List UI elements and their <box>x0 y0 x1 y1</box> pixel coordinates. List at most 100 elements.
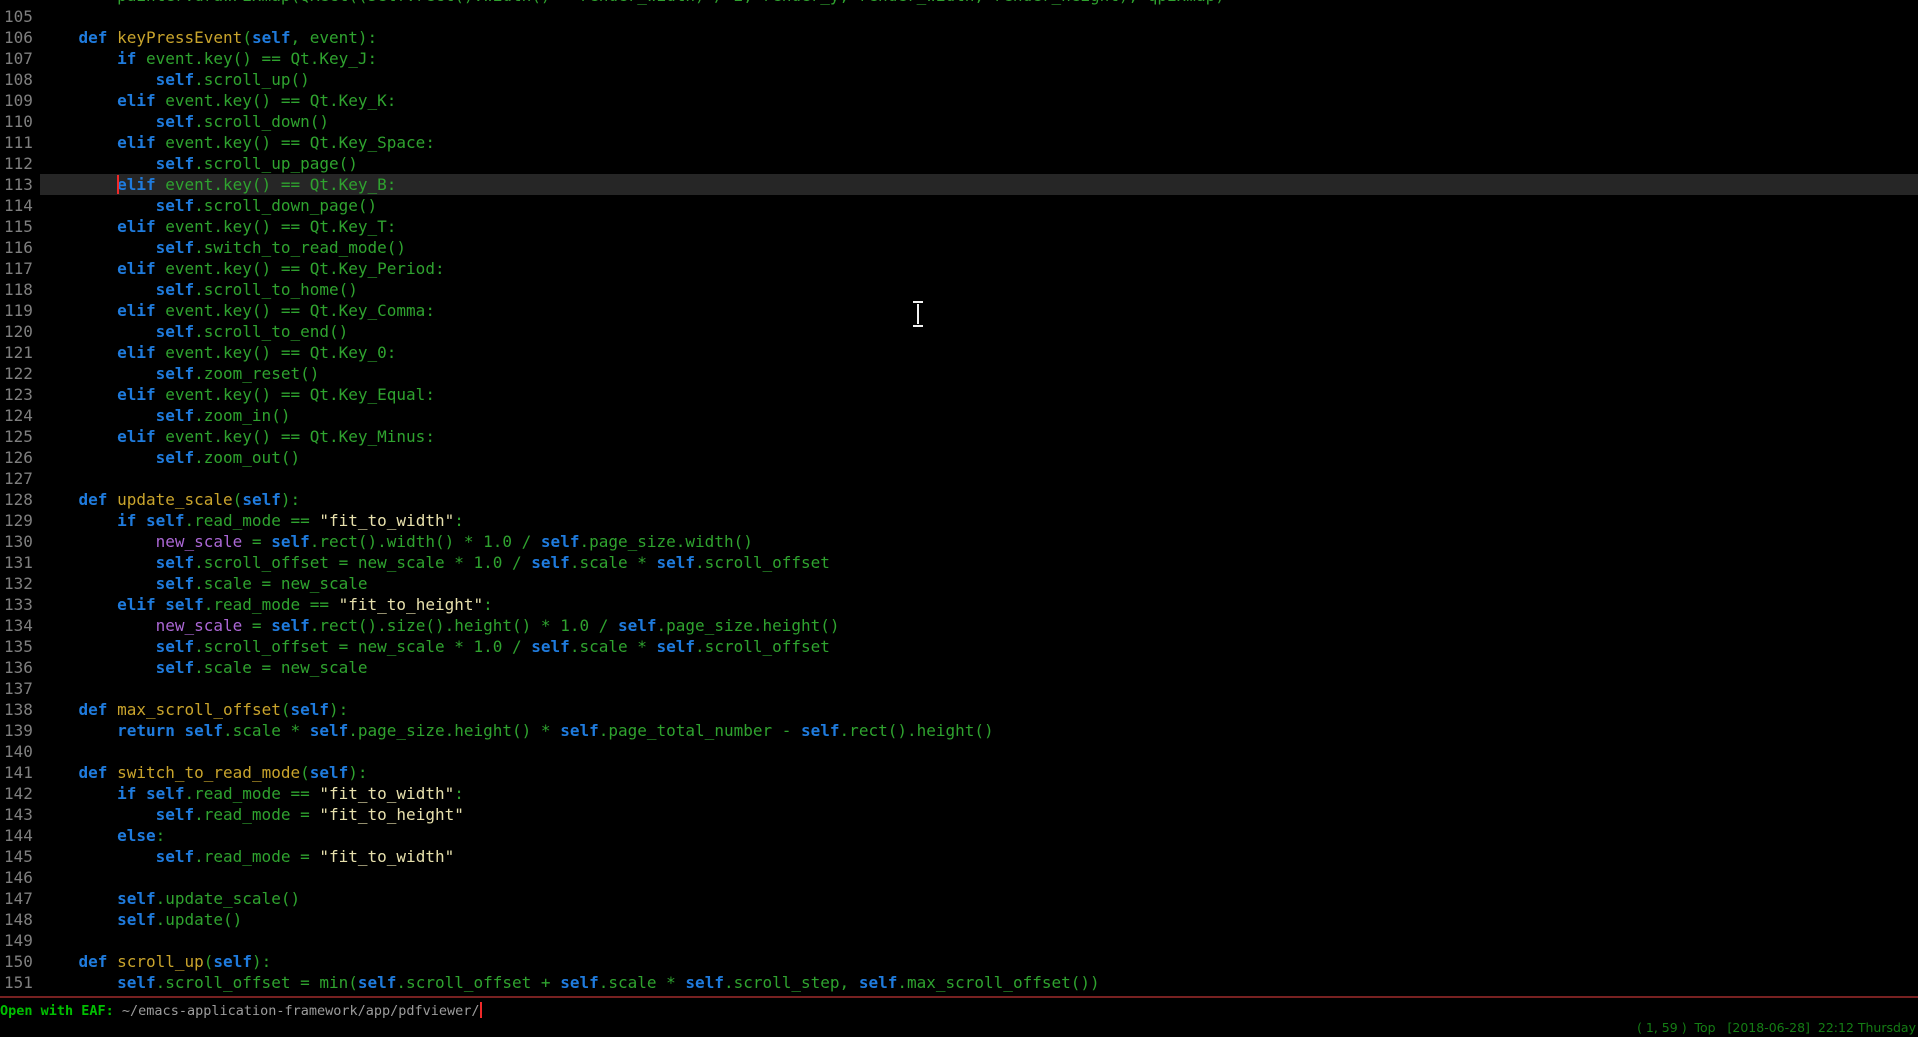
code-line[interactable]: 131 self.scroll_offset = new_scale * 1.0… <box>0 552 1918 573</box>
code-text <box>40 930 1918 951</box>
code-text: elif event.key() == Qt.Key_Equal: <box>40 384 1918 405</box>
code-line[interactable]: 106 def keyPressEvent(self, event): <box>0 27 1918 48</box>
code-line[interactable]: 142 if self.read_mode == "fit_to_width": <box>0 783 1918 804</box>
code-line[interactable]: 144 else: <box>0 825 1918 846</box>
code-line[interactable]: 113 elif event.key() == Qt.Key_B: <box>0 174 1918 195</box>
line-number: 118 <box>0 279 40 300</box>
code-line[interactable]: 151 self.scroll_offset = min(self.scroll… <box>0 972 1918 993</box>
code-line[interactable]: 134 new_scale = self.rect().size().heigh… <box>0 615 1918 636</box>
code-line[interactable]: 133 elif self.read_mode == "fit_to_heigh… <box>0 594 1918 615</box>
code-line[interactable]: 108 self.scroll_up() <box>0 69 1918 90</box>
code-line[interactable]: 129 if self.read_mode == "fit_to_width": <box>0 510 1918 531</box>
code-line[interactable]: 121 elif event.key() == Qt.Key_0: <box>0 342 1918 363</box>
line-number: 128 <box>0 489 40 510</box>
line-number: 141 <box>0 762 40 783</box>
line-number: 110 <box>0 111 40 132</box>
code-text <box>40 678 1918 699</box>
code-line[interactable]: 138 def max_scroll_offset(self): <box>0 699 1918 720</box>
code-line[interactable]: 120 self.scroll_to_end() <box>0 321 1918 342</box>
code-line[interactable]: 107 if event.key() == Qt.Key_J: <box>0 48 1918 69</box>
code-line[interactable]: 123 elif event.key() == Qt.Key_Equal: <box>0 384 1918 405</box>
line-number: 111 <box>0 132 40 153</box>
code-text: new_scale = self.rect().width() * 1.0 / … <box>40 531 1918 552</box>
code-text: self.scroll_down_page() <box>40 195 1918 216</box>
line-number: 131 <box>0 552 40 573</box>
code-line[interactable]: 126 self.zoom_out() <box>0 447 1918 468</box>
line-number: 125 <box>0 426 40 447</box>
code-text: self.update() <box>40 909 1918 930</box>
line-number: 144 <box>0 825 40 846</box>
code-line[interactable]: 147 self.update_scale() <box>0 888 1918 909</box>
line-number: 112 <box>0 153 40 174</box>
code-line[interactable]: 119 elif event.key() == Qt.Key_Comma: <box>0 300 1918 321</box>
code-text: self.read_mode = "fit_to_height" <box>40 804 1918 825</box>
code-line[interactable]: 105 <box>0 6 1918 27</box>
code-line[interactable]: 109 elif event.key() == Qt.Key_K: <box>0 90 1918 111</box>
code-line[interactable]: 110 self.scroll_down() <box>0 111 1918 132</box>
line-number: 115 <box>0 216 40 237</box>
code-text: self.scale = new_scale <box>40 573 1918 594</box>
code-line[interactable]: 140 <box>0 741 1918 762</box>
code-text: elif event.key() == Qt.Key_B: <box>40 174 1918 195</box>
code-line[interactable]: 115 elif event.key() == Qt.Key_T: <box>0 216 1918 237</box>
minibuffer-input[interactable]: ~/emacs-application-framework/app/pdfvie… <box>122 1003 480 1019</box>
code-line[interactable]: 130 new_scale = self.rect().width() * 1.… <box>0 531 1918 552</box>
code-text: self.scroll_offset = min(self.scroll_off… <box>40 972 1918 993</box>
code-line[interactable]: 128 def update_scale(self): <box>0 489 1918 510</box>
line-number: 151 <box>0 972 40 993</box>
code-text: self.scroll_to_end() <box>40 321 1918 342</box>
code-line[interactable]: 125 elif event.key() == Qt.Key_Minus: <box>0 426 1918 447</box>
code-line[interactable]: 148 self.update() <box>0 909 1918 930</box>
code-line[interactable]: 122 self.zoom_reset() <box>0 363 1918 384</box>
code-line[interactable]: 137 <box>0 678 1918 699</box>
code-line[interactable]: 136 self.scale = new_scale <box>0 657 1918 678</box>
line-number: 123 <box>0 384 40 405</box>
code-text: elif event.key() == Qt.Key_Space: <box>40 132 1918 153</box>
line-number: 136 <box>0 657 40 678</box>
code-text: self.read_mode = "fit_to_width" <box>40 846 1918 867</box>
code-line[interactable]: 145 self.read_mode = "fit_to_width" <box>0 846 1918 867</box>
code-text: new_scale = self.rect().size().height() … <box>40 615 1918 636</box>
line-number: 105 <box>0 6 40 27</box>
code-line[interactable]: 111 elif event.key() == Qt.Key_Space: <box>0 132 1918 153</box>
code-line[interactable]: 127 <box>0 468 1918 489</box>
code-line[interactable]: 112 self.scroll_up_page() <box>0 153 1918 174</box>
code-line[interactable]: 139 return self.scale * self.page_size.h… <box>0 720 1918 741</box>
code-line[interactable]: 114 self.scroll_down_page() <box>0 195 1918 216</box>
code-text: self.scroll_up_page() <box>40 153 1918 174</box>
code-line[interactable]: 118 self.scroll_to_home() <box>0 279 1918 300</box>
line-number: 145 <box>0 846 40 867</box>
code-text: if self.read_mode == "fit_to_width": <box>40 510 1918 531</box>
code-text: self.scroll_up() <box>40 69 1918 90</box>
code-line[interactable]: 150 def scroll_up(self): <box>0 951 1918 972</box>
code-text: def scroll_up(self): <box>40 951 1918 972</box>
line-number: 117 <box>0 258 40 279</box>
minibuffer-prompt: Open with EAF: <box>0 1003 122 1019</box>
line-number: 149 <box>0 930 40 951</box>
line-number: 134 <box>0 615 40 636</box>
code-line[interactable]: 143 self.read_mode = "fit_to_height" <box>0 804 1918 825</box>
code-line[interactable]: 132 self.scale = new_scale <box>0 573 1918 594</box>
line-number: 129 <box>0 510 40 531</box>
emacs-code-window[interactable]: painter.drawPixmap(QRect((self.rect().wi… <box>0 0 1918 996</box>
code-line[interactable]: 124 self.zoom_in() <box>0 405 1918 426</box>
code-text: self.zoom_in() <box>40 405 1918 426</box>
line-number: 148 <box>0 909 40 930</box>
line-number: 142 <box>0 783 40 804</box>
code-line[interactable]: 117 elif event.key() == Qt.Key_Period: <box>0 258 1918 279</box>
code-text: def keyPressEvent(self, event): <box>40 27 1918 48</box>
line-number: 108 <box>0 69 40 90</box>
code-line[interactable]: 141 def switch_to_read_mode(self): <box>0 762 1918 783</box>
code-line[interactable]: 135 self.scroll_offset = new_scale * 1.0… <box>0 636 1918 657</box>
code-text: else: <box>40 825 1918 846</box>
code-line[interactable]: 116 self.switch_to_read_mode() <box>0 237 1918 258</box>
code-text <box>40 741 1918 762</box>
code-line[interactable]: 146 <box>0 867 1918 888</box>
minibuffer[interactable]: Open with EAF: ~/emacs-application-frame… <box>0 1000 1918 1022</box>
line-number: 109 <box>0 90 40 111</box>
code-line[interactable]: 149 <box>0 930 1918 951</box>
line-number: 140 <box>0 741 40 762</box>
code-text: def max_scroll_offset(self): <box>40 699 1918 720</box>
line-number: 122 <box>0 363 40 384</box>
line-number: 150 <box>0 951 40 972</box>
